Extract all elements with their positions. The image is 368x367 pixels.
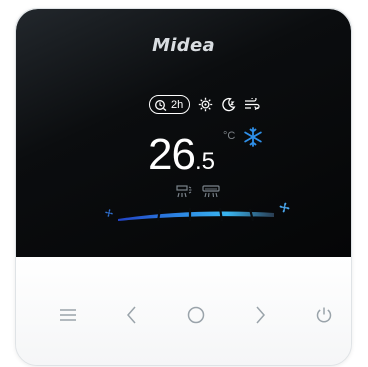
prev-button[interactable] — [114, 297, 150, 333]
vane-swing-icon — [176, 185, 192, 199]
timer-icon — [154, 99, 168, 111]
power-icon — [314, 305, 334, 325]
chevron-right-icon — [253, 305, 267, 325]
fan-speed-bar[interactable] — [104, 199, 276, 221]
timer-label: 2h — [171, 98, 184, 111]
mode-icons — [176, 185, 220, 199]
moon-sleep-icon — [221, 97, 236, 112]
brand-logo: Midea — [16, 35, 351, 56]
status-row: 2h — [149, 95, 261, 114]
temperature-display: 26.5 — [148, 133, 215, 177]
hamburger-icon — [58, 307, 78, 323]
snowflake-icon — [243, 127, 263, 152]
temperature-integer: 26 — [148, 130, 196, 179]
fan-high-icon — [278, 201, 291, 219]
brand-logo-text: Midea — [152, 35, 215, 56]
power-button[interactable] — [306, 297, 342, 333]
gear-sun-icon — [198, 97, 213, 112]
ac-unit-icon — [202, 185, 220, 199]
next-button[interactable] — [242, 297, 278, 333]
wind-swing-icon — [244, 98, 261, 111]
menu-button[interactable] — [50, 297, 86, 333]
chevron-left-icon — [125, 305, 139, 325]
thermostat-device: Midea 2h 26.5 °C — [15, 8, 352, 366]
ok-button[interactable] — [178, 297, 214, 333]
temperature-decimal: .5 — [194, 148, 215, 175]
timer-badge[interactable]: 2h — [149, 95, 191, 114]
display-screen: Midea 2h 26.5 °C — [16, 9, 351, 257]
temperature-unit: °C — [223, 130, 236, 142]
circle-icon — [186, 305, 206, 325]
